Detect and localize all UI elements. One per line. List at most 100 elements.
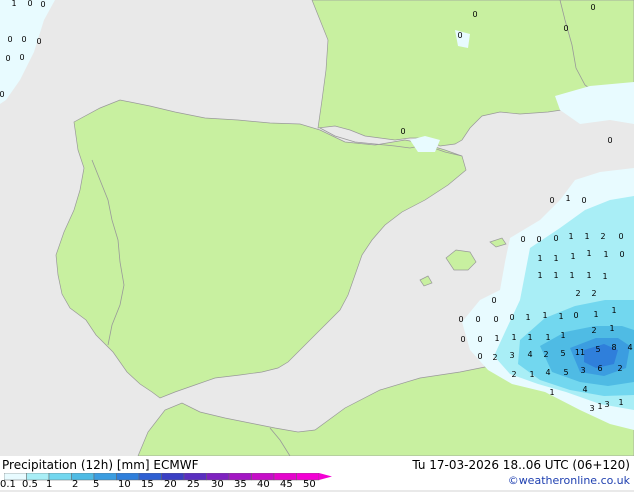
precip-value: 0 [553, 234, 558, 243]
color-scale-labels: 0.1 0.5 1 2 5 10 15 20 25 30 35 40 45 50 [0, 480, 330, 492]
precip-value: 0 [19, 53, 24, 62]
precip-value: 0 [618, 232, 623, 241]
precip-value: 0 [563, 24, 568, 33]
precip-value: 1 [586, 271, 591, 280]
precip-value: 2 [543, 350, 548, 359]
precip-value: 0 [509, 313, 514, 322]
precip-value: 1 [568, 232, 573, 241]
precip-value: 4 [545, 368, 550, 377]
precip-value: 2 [511, 370, 516, 379]
legend-bar: Precipitation (12h) [mm] ECMWF Tu 17-03-… [0, 456, 634, 490]
precip-value: 1 [593, 310, 598, 319]
scale-label: 5 [93, 479, 100, 490]
precip-value: 0 [493, 315, 498, 324]
precip-value: 2 [575, 289, 580, 298]
precip-value: 1 [11, 0, 16, 8]
precipitation-map: 1 0 00 0 00 000000000 1 00 0 0 1 1 2 01 1 1 1 1 01 1 1 1 12 200… [0, 0, 634, 456]
precip-value: 0 [7, 35, 12, 44]
credit-link[interactable]: ©weatheronline.co.uk [508, 474, 630, 488]
precip-value: 1 [618, 398, 623, 407]
precip-value: 0 [0, 90, 5, 99]
precip-value: 1 [529, 370, 534, 379]
scale-label: 0.1 [0, 479, 16, 490]
precip-value: 1 [569, 271, 574, 280]
precip-value: 0 [590, 3, 595, 12]
precip-value: 0 [549, 196, 554, 205]
scale-label: 10 [118, 479, 131, 490]
precip-value: 2 [617, 364, 622, 373]
precip-value: 0 [457, 31, 462, 40]
scale-label: 25 [187, 479, 200, 490]
scale-label: 15 [141, 479, 154, 490]
precip-value: 2 [492, 353, 497, 362]
precip-value: 11 [575, 348, 585, 357]
scale-label: 50 [303, 479, 316, 490]
scale-label: 30 [211, 479, 224, 490]
precip-value: 0 [472, 10, 477, 19]
precip-value: 0 [36, 37, 41, 46]
precip-value: 3 [604, 400, 609, 409]
precip-value: 1 [542, 311, 547, 320]
scale-label: 35 [234, 479, 247, 490]
scale-label: 20 [164, 479, 177, 490]
precip-value: 0 [520, 235, 525, 244]
precip-value: 0 [477, 335, 482, 344]
precip-value: 1 [558, 312, 563, 321]
precip-value: 4 [627, 343, 632, 352]
precip-value: 1 [545, 333, 550, 342]
precip-value: 0 [573, 311, 578, 320]
precip-value: 0 [477, 352, 482, 361]
scale-label: 45 [280, 479, 293, 490]
precip-value: 0 [460, 335, 465, 344]
precip-value: 4 [527, 350, 532, 359]
scale-label: 40 [257, 479, 270, 490]
map-title: Precipitation (12h) [mm] ECMWF [2, 458, 199, 472]
precip-value: 0 [21, 35, 26, 44]
precip-value: 1 [565, 194, 570, 203]
precip-value: 3 [589, 404, 594, 413]
precip-value: 1 [537, 271, 542, 280]
precip-value: 0 [458, 315, 463, 324]
precip-value: 1 [525, 313, 530, 322]
precip-value: 1 [597, 402, 602, 411]
precip-value: 5 [560, 349, 565, 358]
precip-value: 8 [611, 343, 616, 352]
precip-value: 1 [603, 250, 608, 259]
scale-arrow [319, 473, 332, 480]
precip-value: 1 [560, 331, 565, 340]
precip-value: 2 [591, 289, 596, 298]
precip-value: 1 [584, 232, 589, 241]
precip-value: 0 [40, 0, 45, 9]
precip-value: 5 [595, 345, 600, 354]
precip-value: 0 [536, 235, 541, 244]
precip-value: 4 [582, 385, 587, 394]
precip-value: 1 [527, 333, 532, 342]
precip-value: 0 [400, 127, 405, 136]
scale-swatch [48, 473, 72, 481]
precip-value: 3 [580, 366, 585, 375]
precip-value: 6 [597, 364, 602, 373]
precip-value: 1 [602, 272, 607, 281]
precip-value: 1 [494, 334, 499, 343]
precip-value: 3 [509, 351, 514, 360]
precip-value: 2 [591, 326, 596, 335]
precip-value: 1 [609, 324, 614, 333]
scale-label: 1 [46, 479, 53, 490]
precip-value: 0 [27, 0, 32, 8]
scale-label: 2 [72, 479, 79, 490]
precip-value: 1 [511, 333, 516, 342]
scale-label: 0.5 [22, 479, 38, 490]
precip-value: 0 [581, 196, 586, 205]
precip-value: 5 [563, 368, 568, 377]
precip-value: 1 [537, 254, 542, 263]
precip-value: 1 [553, 254, 558, 263]
precip-value: 1 [611, 306, 616, 315]
precip-value: 1 [570, 252, 575, 261]
precip-value: 1 [586, 249, 591, 258]
valid-time: Tu 17-03-2026 18..06 UTC (06+120) [412, 458, 630, 472]
precip-value: 0 [475, 315, 480, 324]
precip-value: 2 [600, 232, 605, 241]
precip-value: 0 [619, 250, 624, 259]
precip-value: 1 [553, 271, 558, 280]
precip-value: 0 [5, 54, 10, 63]
